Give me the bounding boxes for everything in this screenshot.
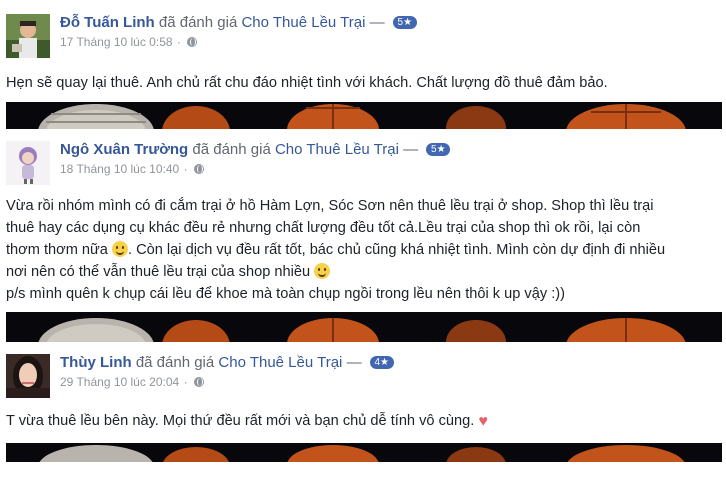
review-meta: Ngô Xuân Trường đã đánh giá Cho Thuê Lều… bbox=[60, 141, 451, 177]
meta-separator: · bbox=[183, 375, 188, 389]
meta-separator: · bbox=[176, 35, 181, 49]
review-date[interactable]: 29 Tháng 10 lúc 20:04 bbox=[60, 375, 179, 389]
review-text: Hẹn sẽ quay lại thuê. Anh chủ rất chu đá… bbox=[6, 75, 608, 91]
avatar[interactable] bbox=[6, 354, 50, 398]
review-text-fragment: nơi nên có thể vẫn thuê lều trại của sho… bbox=[6, 264, 311, 280]
reviewer-name[interactable]: Đỗ Tuấn Linh bbox=[60, 14, 155, 31]
globe-icon[interactable] bbox=[193, 164, 204, 174]
smile-emoji-icon bbox=[314, 263, 331, 279]
review-header: Đỗ Tuấn Linh đã đánh giá Cho Thuê Lều Tr… bbox=[0, 14, 726, 66]
dash-separator: — bbox=[403, 141, 419, 158]
review-text-line: nơi nên có thể vẫn thuê lều trại của sho… bbox=[6, 261, 722, 283]
review-date[interactable]: 17 Tháng 10 lúc 0:58 bbox=[60, 35, 173, 49]
page-name-link[interactable]: Cho Thuê Lều Trại bbox=[241, 14, 365, 31]
review-text-fragment: . Còn lại dịch vụ đều rất tốt, bác chủ c… bbox=[127, 242, 666, 258]
review-photo-strip[interactable] bbox=[6, 102, 722, 129]
avatar[interactable] bbox=[6, 14, 50, 58]
review-date[interactable]: 18 Tháng 10 lúc 10:40 bbox=[60, 162, 179, 176]
review-text-line: p/s mình quên k chụp cái lều để khoe mà … bbox=[6, 286, 565, 302]
review-text: Vừa rồi nhóm mình có đi cắm trại ở hồ Hà… bbox=[6, 195, 722, 305]
rating-badge: 4★ bbox=[369, 356, 394, 369]
review-meta: Đỗ Tuấn Linh đã đánh giá Cho Thuê Lều Tr… bbox=[60, 14, 417, 50]
review-action: đã đánh giá bbox=[192, 141, 271, 158]
review-meta: Thùy Linh đã đánh giá Cho Thuê Lều Trại … bbox=[60, 354, 394, 390]
review-header: Ngô Xuân Trường đã đánh giá Cho Thuê Lều… bbox=[0, 141, 726, 193]
review-action: đã đánh giá bbox=[158, 14, 238, 31]
review-card: Ngô Xuân Trường đã đánh giá Cho Thuê Lều… bbox=[0, 129, 726, 312]
smile-emoji-icon bbox=[111, 241, 128, 257]
review-text-fragment: thơm thơm nữa bbox=[6, 242, 108, 258]
reviewer-name[interactable]: Ngô Xuân Trường bbox=[60, 141, 188, 158]
rating-badge: 5★ bbox=[392, 16, 417, 29]
review-photo-strip[interactable] bbox=[6, 312, 722, 342]
review-text: T vừa thuê lều bên này. Mọi thứ đều rất … bbox=[6, 410, 722, 433]
review-photo-strip[interactable] bbox=[6, 443, 722, 462]
avatar[interactable] bbox=[6, 141, 50, 185]
globe-icon[interactable] bbox=[187, 37, 198, 47]
review-action: đã đánh giá bbox=[135, 354, 215, 371]
meta-separator: · bbox=[183, 162, 188, 176]
reviewer-name[interactable]: Thùy Linh bbox=[60, 354, 132, 371]
review-header: Thùy Linh đã đánh giá Cho Thuê Lều Trại … bbox=[0, 354, 726, 406]
dash-separator: — bbox=[346, 354, 362, 371]
review-card: Đỗ Tuấn Linh đã đánh giá Cho Thuê Lều Tr… bbox=[0, 0, 726, 104]
review-text-line: Vừa rồi nhóm mình có đi cắm trại ở hồ Hà… bbox=[6, 198, 654, 214]
page-name-link[interactable]: Cho Thuê Lều Trại bbox=[275, 141, 399, 158]
heart-emoji-icon: ♥ bbox=[478, 413, 488, 430]
review-text-line: thơm thơm nữa . Còn lại dịch vụ đều rất … bbox=[6, 239, 722, 261]
page-name-link[interactable]: Cho Thuê Lều Trại bbox=[218, 354, 342, 371]
review-text-fragment: T vừa thuê lều bên này. Mọi thứ đều rất … bbox=[6, 413, 475, 429]
review-card: Thùy Linh đã đánh giá Cho Thuê Lều Trại … bbox=[0, 342, 726, 442]
globe-icon[interactable] bbox=[193, 377, 204, 387]
rating-badge: 5★ bbox=[426, 143, 451, 156]
review-text-line: thuê hay các dụng cụ khác đều rẻ nhưng c… bbox=[6, 220, 641, 236]
dash-separator: — bbox=[369, 14, 385, 31]
